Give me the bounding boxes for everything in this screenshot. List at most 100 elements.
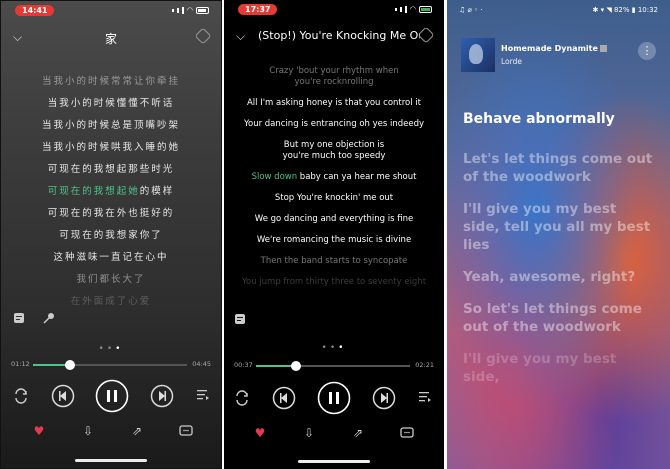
- time-elapsed: 01:12: [11, 360, 30, 368]
- lyric-line: 可现在的我想起那些时光: [47, 164, 175, 175]
- song-title-text: Homemade Dynamite: [501, 44, 598, 53]
- current-lyric-rest: 的模样: [139, 186, 175, 197]
- heart-icon[interactable]: ♥: [31, 423, 47, 439]
- lyrics-list[interactable]: Crazy 'bout your rhythm when you're rock…: [224, 66, 444, 298]
- lyric-text: Crazy 'bout your rhythm when you're rock…: [269, 66, 399, 87]
- home-indicator[interactable]: [298, 460, 370, 463]
- lyric-line: Yeah, awesome, right?: [463, 269, 636, 285]
- progress-fill: [256, 365, 297, 367]
- pause-button[interactable]: [95, 379, 129, 413]
- playlist-icon[interactable]: [196, 388, 210, 402]
- lyric-line: 在外面成了心爱: [70, 296, 152, 307]
- action-row: ♥ ⇩ ⇗: [224, 425, 444, 441]
- wifi-icon: ◠: [409, 5, 416, 13]
- repeat-icon[interactable]: [234, 390, 250, 406]
- prev-button[interactable]: [51, 384, 75, 408]
- pause-button[interactable]: [317, 381, 351, 415]
- download-icon[interactable]: ⇩: [301, 425, 317, 441]
- lyric-text: But my one objection is you're much too …: [282, 140, 386, 161]
- next-button[interactable]: [150, 384, 174, 408]
- lyrics-icon[interactable]: [13, 312, 25, 324]
- lyric-line: All I'm asking honey is that you control…: [246, 98, 422, 108]
- time-elapsed: 00:37: [234, 361, 253, 369]
- status-bar: 17:37 ◠: [224, 0, 444, 22]
- lyric-line: We're romancing the music is divine: [256, 235, 412, 245]
- mic-icon[interactable]: [43, 312, 55, 324]
- comment-icon[interactable]: [399, 425, 415, 441]
- battery-icon: [196, 6, 209, 14]
- phone-screen-chinese-lyrics: 14:41 ◠ ⌵ 家 当我小的时候常常让你牵挂 当我小的时候懂懂不听话 当我小…: [0, 0, 222, 469]
- progress-track[interactable]: [256, 361, 410, 371]
- heart-icon[interactable]: ♥: [252, 425, 268, 441]
- next-button[interactable]: [372, 386, 396, 410]
- comment-icon[interactable]: [178, 423, 194, 439]
- status-right-icons: ✱ ▾ ◥ 82% ▮ 10:32: [592, 6, 658, 14]
- battery-icon: [419, 5, 432, 13]
- progress-track[interactable]: [33, 360, 187, 370]
- progress-knob[interactable]: [64, 360, 75, 370]
- lyric-line: 当我小的时候常常让你牵挂: [41, 76, 180, 87]
- action-row: ♥ ⇩ ⇗: [1, 423, 221, 439]
- lyric-line: 可现在的我在外也挺好的: [47, 208, 175, 219]
- current-lyric-sung: 可现在的我想起她: [47, 186, 140, 197]
- home-indicator[interactable]: [75, 459, 147, 462]
- now-playing-artist: Lorde: [501, 57, 522, 66]
- lyric-line: Then the band starts to syncopate: [260, 256, 408, 266]
- player-header: ⌵ (Stop!) You're Knocking Me Out: [224, 26, 444, 49]
- album-art: [461, 38, 495, 72]
- explicit-badge: [599, 45, 607, 52]
- song-title: (Stop!) You're Knocking Me Out: [258, 29, 420, 42]
- progress-knob[interactable]: [291, 361, 302, 371]
- playlist-icon[interactable]: [418, 390, 432, 404]
- lyric-line: 这种滋味一直记在心中: [53, 252, 169, 263]
- lyric-line: 当我小的时候懂懂不听话: [47, 98, 175, 109]
- status-time: 17:37: [238, 4, 278, 15]
- time-total: 02:21: [415, 361, 434, 369]
- status-icons: ◠: [394, 5, 432, 13]
- lyric-line: 当我小的时候总是顶嘴吵架: [41, 120, 180, 131]
- lyric-line: You jump from thirty three to seventy ei…: [241, 277, 427, 287]
- playback-controls: [224, 381, 444, 415]
- lyric-line: Stop You're knockin' me out: [274, 193, 394, 203]
- lyric-line: Crazy 'bout your rhythm when you're rock…: [224, 66, 444, 88]
- current-lyric-line: Behave abnormally: [463, 111, 615, 127]
- download-icon[interactable]: ⇩: [80, 423, 96, 439]
- progress-bar[interactable]: 01:12 04:45: [11, 358, 211, 372]
- lyric-line: 可现在的我想家你了: [59, 230, 163, 241]
- status-left-icons: ♫ ⌀ ◦ ·: [459, 6, 483, 14]
- lyric-line: Let's let things come out of the woodwor…: [463, 151, 653, 185]
- status-bar: 14:41 ◠: [1, 1, 221, 23]
- wifi-icon: ◠: [186, 6, 193, 14]
- phone-screen-lorde-lyrics: ♫ ⌀ ◦ · ✱ ▾ ◥ 82% ▮ 10:32 Homemade Dynam…: [447, 0, 670, 469]
- time-total: 04:45: [192, 360, 211, 368]
- lyrics-list[interactable]: 当我小的时候常常让你牵挂 当我小的时候懂懂不听话 当我小的时候总是顶嘴吵架 当我…: [1, 71, 221, 313]
- lyric-line: We go dancing and everything is fine: [254, 214, 414, 224]
- lyrics-list[interactable]: Behave abnormally Let's let things come …: [463, 110, 654, 400]
- prev-button[interactable]: [272, 386, 296, 410]
- status-icons: ◠: [171, 6, 209, 14]
- chevron-down-icon[interactable]: ⌵: [236, 29, 245, 44]
- lyric-line: I'll give you my best side,: [463, 351, 617, 385]
- lyric-line: I'll give you my best side, tell you all…: [463, 201, 651, 253]
- more-icon[interactable]: ⋮: [638, 42, 656, 60]
- page-indicator: •••: [98, 344, 124, 354]
- phone-screen-english-lyrics: 17:37 ◠ ⌵ (Stop!) You're Knocking Me Out…: [224, 0, 444, 469]
- lyric-line: So let's let things come out of the wood…: [463, 301, 642, 335]
- status-time: 14:41: [15, 5, 55, 16]
- playback-controls: [1, 379, 221, 413]
- progress-bar[interactable]: 00:37 02:21: [234, 359, 434, 373]
- current-lyric-line: Slow down baby can ya hear me shout: [224, 172, 444, 183]
- lyric-line: 我们都长大了: [76, 274, 146, 285]
- share-icon[interactable]: ⇗: [129, 423, 145, 439]
- lyric-line: Your dancing is entrancing oh yes indeed…: [243, 119, 425, 129]
- player-header: ⌵ 家: [1, 27, 221, 50]
- share-icon[interactable]: ⇗: [350, 425, 366, 441]
- lyric-line: But my one objection is you're much too …: [224, 140, 444, 162]
- lyric-line: 当我小的时候哄我入睡的她: [41, 142, 180, 153]
- song-title: 家: [104, 32, 117, 46]
- settings-icon[interactable]: [417, 26, 435, 44]
- lyrics-icon[interactable]: [234, 313, 246, 325]
- repeat-icon[interactable]: [13, 388, 29, 404]
- current-lyric-line: 可现在的我想起她的模样: [1, 181, 221, 203]
- now-playing-card[interactable]: Homemade Dynamite Lorde ⋮: [461, 38, 656, 72]
